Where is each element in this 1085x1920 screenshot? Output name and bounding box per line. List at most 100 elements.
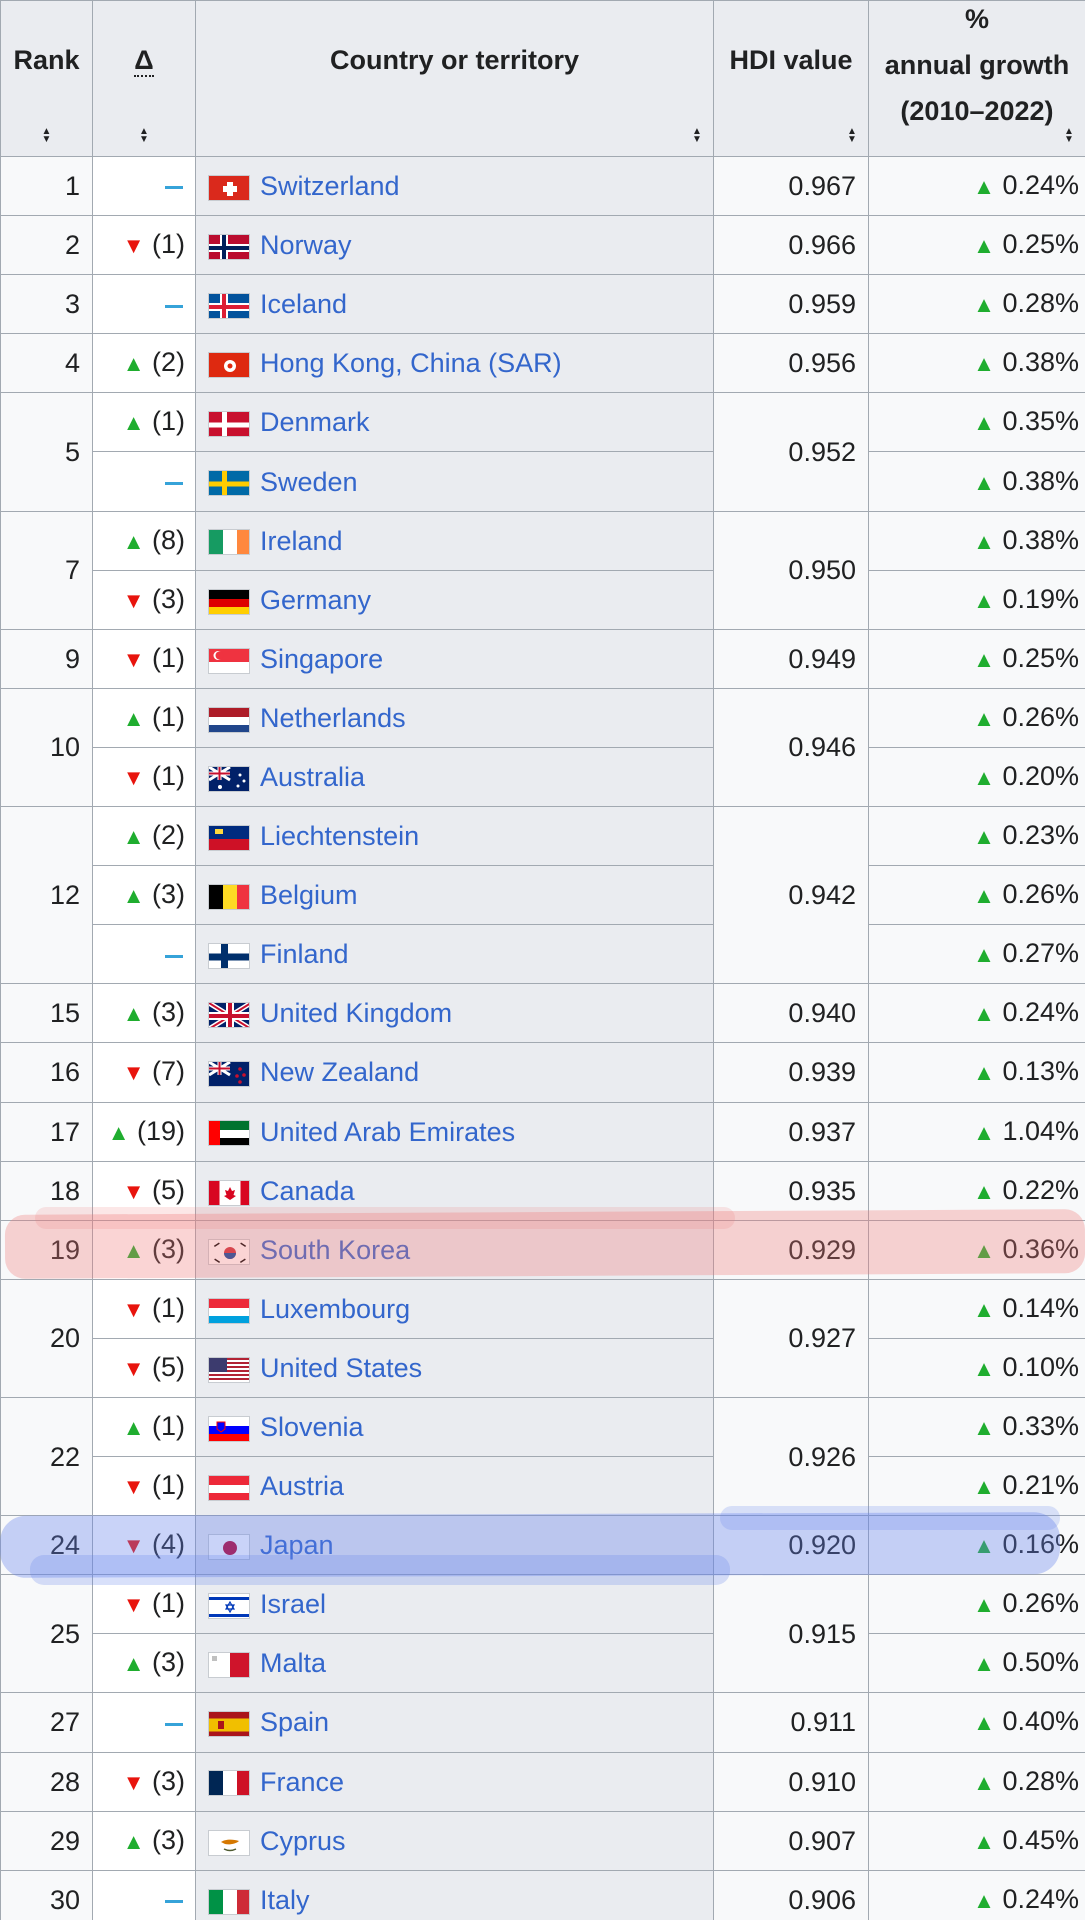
country-link[interactable]: Israel: [260, 1589, 326, 1619]
table-row: ▼ (3) Germany ▲ 0.19%: [1, 569, 1085, 630]
country-cell: Cyprus: [195, 1810, 714, 1871]
increase-arrow-icon: ▲: [973, 1474, 995, 1500]
column-header-hdi[interactable]: HDI value: [713, 0, 869, 157]
country-link[interactable]: Cyprus: [260, 1826, 346, 1856]
growth-cell: ▲ 0.28%: [868, 1751, 1085, 1812]
country-link[interactable]: South Korea: [260, 1235, 410, 1265]
country-link[interactable]: Netherlands: [260, 703, 406, 733]
rank-change-value: (19): [136, 1115, 185, 1146]
rank-value: 22: [49, 1441, 80, 1472]
country-cell: New Zealand: [195, 1042, 714, 1103]
growth-value: 0.23%: [1002, 820, 1079, 851]
country-link[interactable]: Slovenia: [260, 1412, 364, 1442]
table-body: 1 Switzerland 0.967 ▲ 0.24% 2 ▼ (1) Norway 0.96…: [0, 155, 1085, 1920]
increase-arrow-icon: ▲: [973, 1296, 995, 1322]
canada-flag-icon: [208, 1179, 250, 1206]
table-row: Finland ▲ 0.27%: [1, 924, 1085, 985]
table-row: 3 Iceland 0.959 ▲ 0.28%: [0, 274, 1085, 335]
rank-change-cell: ▼ (1): [92, 746, 196, 808]
hdi-value-cell: 0.946: [713, 687, 869, 808]
country-link[interactable]: Belgium: [260, 880, 358, 910]
country-link[interactable]: New Zealand: [260, 1057, 419, 1087]
country-link[interactable]: United Kingdom: [260, 998, 452, 1028]
rank-change-cell: ▲ (3): [92, 865, 196, 926]
hdi-value: 0.939: [788, 1057, 856, 1088]
sort-icon[interactable]: [691, 128, 703, 146]
column-header-delta[interactable]: Δ: [92, 0, 196, 157]
country-link[interactable]: Austria: [260, 1471, 344, 1501]
increase-arrow-icon: ▲: [973, 764, 995, 790]
country-link[interactable]: Ireland: [260, 526, 343, 556]
growth-cell: ▲ 0.35%: [868, 392, 1085, 453]
column-header-growth[interactable]: % annual growth (2010–2022): [868, 0, 1085, 157]
table-row: 17 ▲ (19) United Arab Emirates 0.937 ▲ 1.04%: [0, 1101, 1085, 1162]
sort-icon[interactable]: [138, 128, 150, 146]
country-link[interactable]: Italy: [260, 1885, 310, 1915]
country-link[interactable]: Norway: [260, 230, 352, 260]
country-cell: Spain: [195, 1692, 714, 1753]
increase-arrow-icon: ▲: [122, 528, 145, 554]
rank-cell: 7: [0, 510, 93, 630]
rank-cell: 3: [0, 274, 93, 335]
country-link[interactable]: Switzerland: [260, 171, 400, 201]
country-cell: Canada: [195, 1160, 714, 1221]
hdi-value: 0.926: [788, 1441, 856, 1472]
country-link[interactable]: Australia: [260, 762, 365, 792]
rank-change-cell: ▼ (5): [92, 1160, 196, 1221]
hdi-value: 0.940: [788, 998, 856, 1029]
rank-cell: 12: [0, 806, 93, 985]
finland-flag-icon: [208, 943, 250, 970]
rank-change-cell: ▲ (2): [92, 333, 196, 394]
country-link[interactable]: Iceland: [260, 289, 347, 319]
increase-arrow-icon: ▲: [122, 824, 145, 850]
sort-icon[interactable]: [1063, 128, 1075, 146]
country-link[interactable]: United States: [260, 1353, 422, 1383]
country-link[interactable]: Malta: [260, 1648, 326, 1678]
country-link[interactable]: Germany: [260, 585, 371, 615]
increase-arrow-icon: ▲: [973, 351, 995, 377]
column-header-rank[interactable]: Rank: [0, 0, 93, 157]
rank-change-cell: ▼ (1): [92, 215, 196, 276]
hdi-value-cell: 0.950: [713, 510, 869, 630]
country-cell: South Korea: [195, 1219, 714, 1280]
country-link[interactable]: Luxembourg: [260, 1294, 410, 1324]
country-link[interactable]: Japan: [260, 1530, 334, 1560]
increase-arrow-icon: ▲: [122, 705, 145, 731]
column-header-country[interactable]: Country or territory: [195, 0, 714, 157]
country-link[interactable]: Liechtenstein: [260, 821, 419, 851]
growth-cell: ▲ 0.24%: [868, 1869, 1085, 1920]
growth-cell: ▲ 0.45%: [868, 1810, 1085, 1871]
country-link[interactable]: Finland: [260, 939, 349, 969]
country-link[interactable]: Canada: [260, 1176, 355, 1206]
growth-header-line2: annual growth: [884, 49, 1070, 80]
sort-icon[interactable]: [41, 128, 53, 146]
rank-change-value: (1): [152, 1411, 185, 1442]
country-cell: Slovenia: [195, 1396, 714, 1458]
country-link[interactable]: France: [260, 1767, 344, 1797]
rank-value: 12: [49, 880, 80, 911]
increase-arrow-icon: ▲: [973, 410, 995, 436]
country-cell: Israel: [195, 1574, 714, 1635]
growth-value: 0.13%: [1002, 1056, 1079, 1087]
increase-arrow-icon: ▲: [973, 883, 995, 909]
increase-arrow-icon: ▲: [973, 469, 995, 495]
table-row: 28 ▼ (3) France 0.910 ▲ 0.28%: [0, 1751, 1085, 1812]
country-cell: Japan: [195, 1515, 714, 1576]
sweden-flag-icon: [208, 470, 250, 497]
sort-icon[interactable]: [846, 128, 858, 146]
malta-flag-icon: [208, 1652, 250, 1679]
rank-value: 27: [49, 1707, 80, 1738]
rank-change-cell: [92, 451, 196, 512]
country-link[interactable]: United Arab Emirates: [260, 1117, 515, 1147]
country-link[interactable]: Hong Kong, China (SAR): [260, 348, 562, 378]
increase-arrow-icon: ▲: [122, 1001, 145, 1027]
italy-flag-icon: [208, 1888, 250, 1915]
country-link[interactable]: Singapore: [260, 644, 383, 674]
country-link[interactable]: Spain: [260, 1707, 329, 1737]
country-cell: United Kingdom: [195, 983, 714, 1044]
usa-flag-icon: [208, 1356, 250, 1383]
new-zealand-flag-icon: [208, 1061, 250, 1088]
rank-cell: 5: [0, 392, 93, 512]
country-link[interactable]: Denmark: [260, 407, 370, 437]
country-link[interactable]: Sweden: [260, 467, 358, 497]
